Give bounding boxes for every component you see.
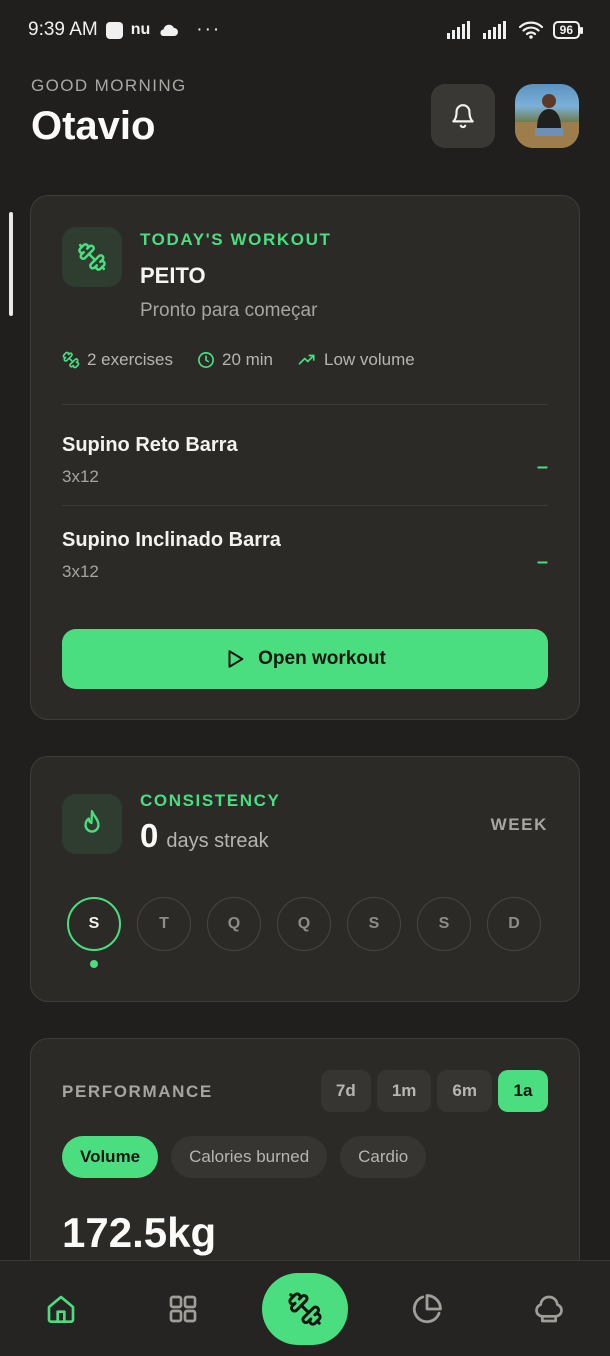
day-circle[interactable]: S (67, 897, 121, 951)
meta-duration-text: 20 min (221, 350, 274, 369)
exercise-name: Supino Inclinado Barra (62, 529, 281, 551)
todays-workout-label: TODAY'S WORKOUT (140, 230, 332, 249)
exercise-name: Supino Reto Barra (62, 434, 238, 456)
divider (62, 505, 548, 506)
signal-icon (446, 21, 470, 39)
streak-text: days streak (166, 830, 269, 852)
open-workout-button[interactable]: Open workout (62, 629, 548, 689)
exercise-sets: 3x12 (62, 467, 99, 486)
exercise-status: – (536, 551, 548, 573)
wifi-icon (518, 21, 543, 39)
day-circle[interactable]: Q (277, 897, 331, 951)
chip-cardio[interactable]: Cardio (340, 1136, 427, 1178)
scroll-indicator[interactable] (9, 212, 13, 316)
chip-calories[interactable]: Calories burned (171, 1136, 328, 1178)
nav-home[interactable] (43, 1291, 79, 1327)
notifications-button[interactable] (431, 84, 495, 148)
trending-up-icon (298, 354, 315, 365)
dumbbell-icon (288, 1292, 322, 1326)
range-tabs: 7d 1m 6m 1a (320, 1070, 548, 1112)
range-tab-1a[interactable]: 1a (498, 1070, 548, 1112)
range-tab-1m[interactable]: 1m (376, 1070, 432, 1112)
streak: 0 days streak (140, 817, 269, 855)
user-name: Otavio (31, 104, 156, 148)
battery-indicator: 96 (552, 21, 584, 39)
week-toggle[interactable]: WEEK (491, 815, 548, 835)
header: GOOD MORNING Otavio (31, 76, 579, 156)
status-time: 9:39 AM (28, 19, 98, 40)
status-bar: 9:39 AM nu ··· 96 (0, 0, 610, 60)
consistency-label: CONSISTENCY (140, 791, 281, 810)
metric-chips: Volume Calories burned Cardio (62, 1136, 427, 1178)
todays-workout-card[interactable]: TODAY'S WORKOUT PEITO Pronto para começa… (30, 195, 580, 720)
week-days: S T Q Q S S D (67, 897, 541, 951)
meta-volume: Low volume (297, 350, 415, 370)
performance-label: PERFORMANCE (62, 1082, 213, 1101)
clock-icon (198, 352, 214, 368)
bottom-nav (0, 1260, 610, 1356)
flame-icon (84, 809, 100, 833)
consistency-card: CONSISTENCY 0 days streak WEEK S T Q Q S… (30, 756, 580, 1002)
meta-duration: 20 min (197, 350, 273, 370)
workout-name: PEITO (140, 263, 206, 288)
meta-volume-text: Low volume (324, 350, 415, 369)
dumbbell-small-icon (62, 351, 80, 369)
range-tab-6m[interactable]: 6m (437, 1070, 492, 1112)
day-circle[interactable]: S (417, 897, 471, 951)
avatar-photo (515, 94, 579, 148)
workout-subtitle: Pronto para começar (140, 300, 318, 321)
open-workout-label: Open workout (258, 648, 386, 669)
nav-stats[interactable] (409, 1291, 445, 1327)
performance-card: PERFORMANCE 7d 1m 6m 1a Volume Calories … (30, 1038, 580, 1298)
day-circle[interactable]: T (137, 897, 191, 951)
play-icon (228, 650, 244, 668)
workout-icon-tile (62, 227, 122, 287)
status-right: 96 (446, 21, 584, 39)
greeting-label: GOOD MORNING (31, 76, 187, 95)
range-tab-7d[interactable]: 7d (320, 1070, 371, 1112)
pie-chart-icon (412, 1294, 442, 1324)
status-left: 9:39 AM nu ··· (28, 19, 221, 41)
day-circle[interactable]: S (347, 897, 401, 951)
exercise-status: – (536, 456, 548, 478)
more-notifications-icon: ··· (196, 19, 222, 40)
meta-exercises: 2 exercises (62, 350, 173, 370)
divider (62, 404, 548, 405)
grid-icon (169, 1295, 197, 1323)
exercise-item[interactable]: Supino Inclinado Barra 3x12 – (62, 529, 548, 589)
nav-grid[interactable] (165, 1291, 201, 1327)
nav-nutrition[interactable] (531, 1291, 567, 1327)
notification-square-icon (105, 21, 123, 39)
meta-exercises-text: 2 exercises (87, 350, 173, 369)
streak-value: 0 (140, 817, 159, 854)
home-icon (47, 1295, 75, 1323)
nav-workout[interactable] (262, 1273, 348, 1345)
day-circle[interactable]: Q (207, 897, 261, 951)
dumbbell-icon (78, 243, 106, 271)
consistency-icon-tile (62, 794, 122, 854)
cloud-icon (160, 24, 179, 36)
bell-icon (452, 104, 474, 129)
exercise-item[interactable]: Supino Reto Barra 3x12 – (62, 434, 548, 494)
chef-hat-icon (535, 1295, 563, 1323)
exercise-sets: 3x12 (62, 562, 99, 581)
signal-icon-2 (482, 21, 506, 39)
performance-value: 172.5kg (62, 1209, 217, 1256)
avatar[interactable] (515, 84, 579, 148)
day-circle[interactable]: D (487, 897, 541, 951)
workout-meta: 2 exercises 20 min Low volume (62, 350, 415, 370)
chip-volume[interactable]: Volume (62, 1136, 159, 1178)
nubank-notification-icon: nu (130, 21, 151, 38)
